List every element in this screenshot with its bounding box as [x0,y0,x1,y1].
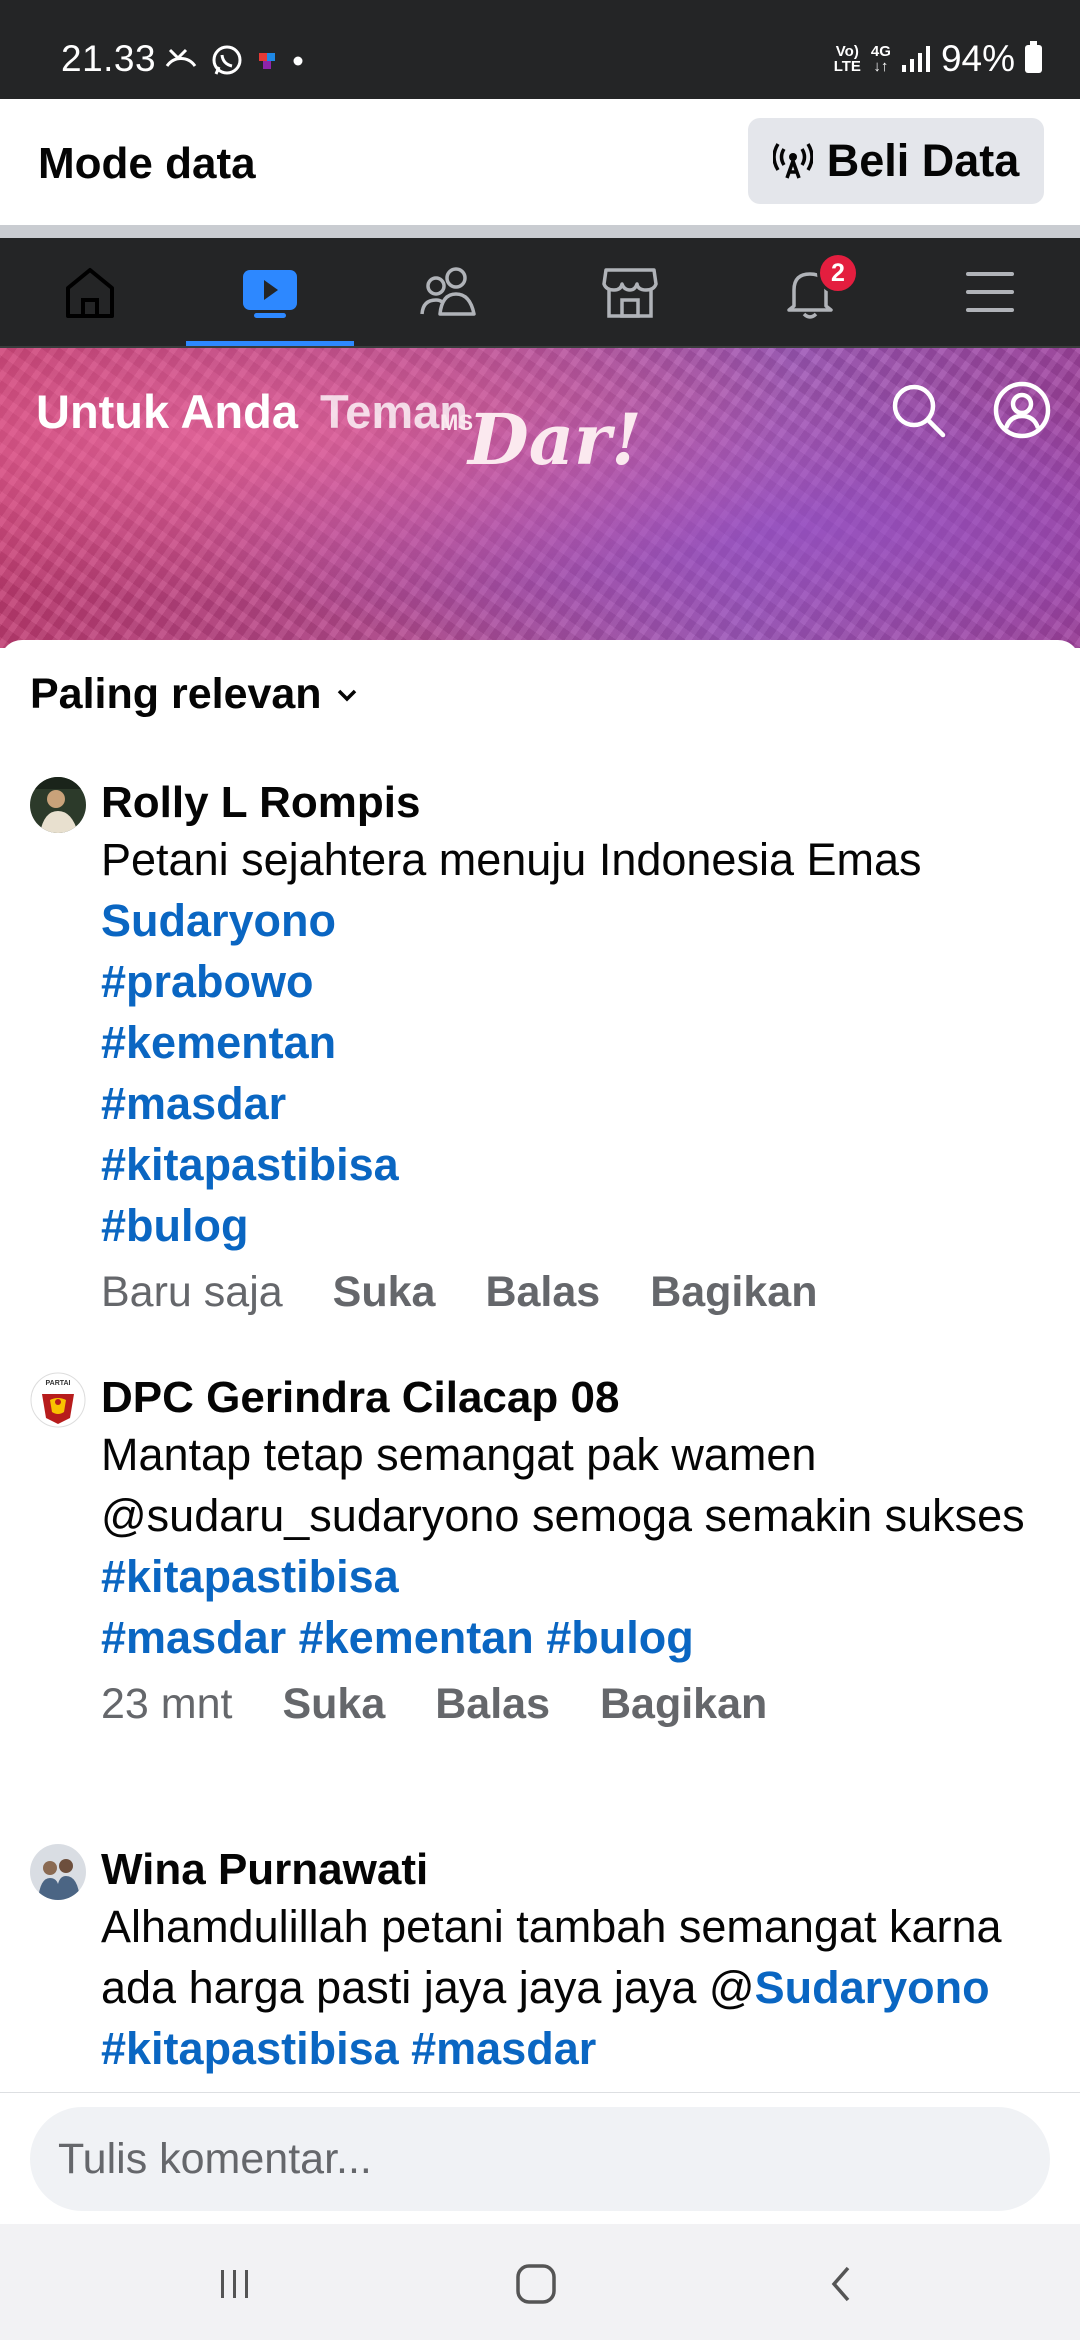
app-cube-icon [259,53,275,69]
comment-author[interactable]: Wina Purnawati [101,1844,1051,1896]
home-nav-button[interactable] [506,2254,566,2314]
signal-icon [901,46,930,72]
sort-label: Paling relevan [30,670,322,718]
comment-item: PARTAI DPC Gerindra Cilacap 08 Mantap te… [30,1372,1060,1728]
comment-tag[interactable]: Sudaryono [101,890,1051,951]
comment-message: Mantap tetap semangat pak wamen @sudaru_… [101,1429,1025,1541]
banner-logo: Dar! [468,398,642,481]
nav-friends[interactable] [360,238,540,346]
data-mode-title: Mode data [38,139,256,188]
comment-text: Mantap tetap semangat pak wamen @sudaru_… [101,1424,1051,1668]
chevron-down-icon [337,689,356,701]
comment-tag[interactable]: #kitapastibisa [101,1134,1051,1195]
video-tabs: Untuk Anda Teman [36,384,468,439]
comment-body: Rolly L Rompis Petani sejahtera menuju I… [101,777,1051,1317]
volte-icon: Vo) LTE [833,43,861,75]
avatar[interactable]: PARTAI [30,1372,86,1428]
mention-prefix: @ [708,1962,755,2013]
comment-body: DPC Gerindra Cilacap 08 Mantap tetap sem… [101,1372,1051,1729]
battery-icon [1025,41,1042,73]
marketplace-icon [602,268,658,318]
share-button[interactable]: Bagikan [650,1268,817,1317]
network-4g-icon: 4G ↓↑ [870,43,891,75]
comment-time: Baru saja [101,1268,283,1316]
missed-call-icon [165,48,197,67]
dot-icon [293,56,303,66]
system-navigation-bar [0,2224,1080,2340]
home-icon [66,268,114,318]
nav-video[interactable] [180,238,360,346]
comment-actions: 23 mnt Suka Balas Bagikan [101,1680,1051,1729]
video-icon [243,270,297,318]
buy-data-button[interactable]: Beli Data [748,118,1044,204]
comment-body: Wina Purnawati Alhamdulillah petani tamb… [101,1844,1051,2079]
share-button[interactable]: Bagikan [600,1680,767,1729]
sort-dropdown[interactable]: Paling relevan [30,670,358,719]
avatar[interactable] [30,777,86,833]
nav-marketplace[interactable] [540,238,720,346]
comment-tag[interactable]: #kitapastibisa [101,1546,1051,1607]
comment-author[interactable]: DPC Gerindra Cilacap 08 [101,1372,1051,1424]
nav-home[interactable] [0,238,180,346]
buy-data-label: Beli Data [826,135,1020,186]
divider [0,225,1080,238]
home-button-icon [516,2264,556,2304]
reply-button[interactable]: Balas [435,1680,550,1729]
data-mode-bar: Mode data Beli Data [0,99,1080,225]
tab-for-you[interactable]: Untuk Anda [36,384,298,439]
friends-icon [420,267,476,316]
video-header-banner: Untuk Anda Teman MS Dar! [0,348,1080,648]
reply-button[interactable]: Balas [485,1268,600,1317]
comment-tag[interactable]: #masdar [101,1073,1051,1134]
profile-button[interactable] [990,378,1054,442]
nav-menu[interactable] [900,238,1080,346]
comment-tag[interactable]: #masdar #kementan #bulog [101,1607,1051,1668]
comment-tag[interactable]: #bulog [101,1195,1051,1256]
avatar-party-label: PARTAI [45,1380,70,1387]
comment-author[interactable]: Rolly L Rompis [101,777,1051,829]
menu-icon [966,272,1014,312]
back-button[interactable] [812,2254,872,2314]
comment-message: Petani sejahtera menuju Indonesia Emas [101,834,922,885]
status-system-icons: Vo) LTE 4G ↓↑ 94% [834,38,1042,80]
comment-time: 23 mnt [101,1680,233,1728]
avatar[interactable] [30,1844,86,1900]
comment-text: Petani sejahtera menuju Indonesia Emas S… [101,829,1051,1256]
top-navigation: 2 [0,238,1080,348]
comment-text: Alhamdulillah petani tambah semangat kar… [101,1896,1051,2079]
comments-sheet: Paling relevan Rolly L Rompis Petani sej… [0,640,1080,2095]
broadcast-icon [772,143,813,179]
nav-active-indicator [186,341,354,346]
comment-tag[interactable]: #prabowo [101,951,1051,1012]
status-time: 21.33 [61,38,157,79]
like-button[interactable]: Suka [333,1268,436,1317]
like-button[interactable]: Suka [282,1680,385,1729]
comment-item: Rolly L Rompis Petani sejahtera menuju I… [30,777,1060,1316]
comment-tag[interactable]: #kementan [101,1012,1051,1073]
status-notification-icons [164,44,306,78]
search-icon [892,384,946,438]
compose-bar: Tulis komentar... [0,2092,1080,2224]
comment-input[interactable]: Tulis komentar... [30,2107,1050,2211]
notification-badge: 2 [817,252,859,294]
recent-apps-icon [221,2270,248,2298]
whatsapp-icon [212,45,242,75]
status-bar: 21.33 Vo) LTE 4G ↓↑ 94% [0,0,1080,99]
comment-item: Wina Purnawati Alhamdulillah petani tamb… [30,1844,1060,2095]
search-button[interactable] [886,378,950,442]
battery-percent: 94% [940,38,1015,79]
profile-icon [993,381,1051,439]
comment-actions: Baru saja Suka Balas Bagikan [101,1268,1051,1317]
recent-apps-button[interactable] [205,2254,265,2314]
back-icon [831,2266,850,2302]
nav-notifications[interactable]: 2 [720,238,900,346]
